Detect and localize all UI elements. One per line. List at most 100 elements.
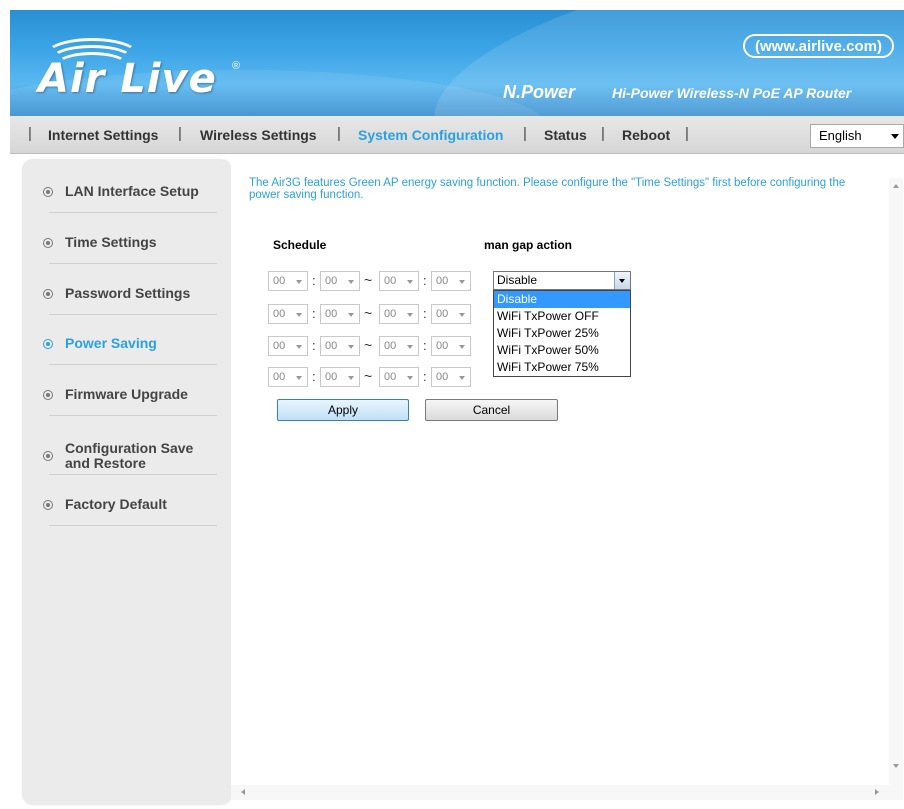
end-minute-select[interactable]: 00 [431,304,471,324]
nav-status[interactable]: Status [544,127,587,143]
range-separator: ~ [364,272,373,288]
chevron-down-icon [296,376,302,380]
action-option-disable[interactable]: Disable [494,291,630,308]
sidebar-item-label: Password Settings [65,285,191,301]
main-content: The Air3G features Green AP energy savin… [231,160,904,800]
start-hour-value: 00 [273,371,286,383]
end-minute-select[interactable]: 00 [431,367,471,387]
nav-separator: | [28,125,32,142]
chevron-down-icon [459,313,465,317]
action-select[interactable]: Disable [493,271,631,290]
range-separator: ~ [364,337,373,353]
start-hour-select[interactable]: 00 [268,304,308,324]
range-separator: ~ [364,305,373,321]
divider [49,263,217,264]
start-minute-select[interactable]: 00 [320,271,360,291]
action-option-wifi-txpower-75[interactable]: WiFi TxPower 75% [494,359,630,376]
action-option-wifi-txpower-50[interactable]: WiFi TxPower 50% [494,342,630,359]
colon-separator: : [423,273,427,288]
sidebar-item-label: Configuration Save and Restore [65,440,194,471]
end-hour-select[interactable]: 00 [379,304,419,324]
chevron-down-icon [296,313,302,317]
product-series: N.Power [503,82,576,102]
scroll-up-icon[interactable] [893,184,899,188]
nav-reboot[interactable]: Reboot [622,127,670,143]
chevron-down-icon [459,376,465,380]
end-hour-value: 00 [384,340,397,352]
cancel-button[interactable]: Cancel [425,399,558,421]
logo-text: Air Live [38,56,217,102]
colon-separator: : [312,306,316,321]
horizontal-scrollbar[interactable] [231,785,889,800]
chevron-down-icon [459,345,465,349]
nav-separator: | [685,125,689,142]
intro-text: The Air3G features Green AP energy savin… [249,177,846,201]
start-hour-select[interactable]: 00 [268,271,308,291]
sidebar-item-label: Factory Default [65,496,167,512]
radio-bullet-icon [43,500,53,510]
start-hour-select[interactable]: 00 [268,336,308,356]
colon-separator: : [423,338,427,353]
airlive-logo: Air Live ® [32,38,262,108]
colon-separator: : [312,338,316,353]
end-minute-select[interactable]: 00 [431,271,471,291]
end-minute-select[interactable]: 00 [431,336,471,356]
divider [49,525,217,526]
end-minute-value: 00 [436,308,449,320]
chevron-down-icon [407,376,413,380]
top-nav: | Internet Settings | Wireless Settings … [10,116,904,154]
end-hour-select[interactable]: 00 [379,367,419,387]
divider [49,474,217,475]
scroll-down-icon[interactable] [893,764,899,768]
end-hour-select[interactable]: 00 [379,336,419,356]
divider [49,314,217,315]
chevron-down-icon [348,376,354,380]
vertical-scrollbar[interactable] [889,178,903,800]
sidebar-item-label: Power Saving [65,335,157,351]
chevron-down-icon [296,345,302,349]
nav-system-configuration[interactable]: System Configuration [358,127,503,143]
end-hour-select[interactable]: 00 [379,271,419,291]
app-frame: Air Live ® (www.airlive.com) N.Power Hi-… [10,10,904,809]
colon-separator: : [312,273,316,288]
chevron-down-icon [407,313,413,317]
radio-bullet-icon [43,289,53,299]
nav-internet-settings[interactable]: Internet Settings [48,127,158,143]
nav-separator: | [178,125,182,142]
language-select[interactable]: English [810,124,904,148]
chevron-down-icon [348,280,354,284]
colon-separator: : [423,306,427,321]
start-hour-select[interactable]: 00 [268,367,308,387]
start-minute-select[interactable]: 00 [320,304,360,324]
colon-separator: : [312,369,316,384]
colon-separator: : [423,369,427,384]
start-hour-value: 00 [273,340,286,352]
start-minute-value: 00 [325,275,338,287]
end-minute-value: 00 [436,275,449,287]
start-minute-value: 00 [325,340,338,352]
scroll-left-icon[interactable] [241,789,245,795]
end-minute-value: 00 [436,371,449,383]
start-hour-value: 00 [273,308,286,320]
chevron-down-icon[interactable] [614,272,630,289]
scroll-right-icon[interactable] [875,789,879,795]
divider [49,212,217,213]
schedule-header: Schedule [273,238,327,252]
sidebar-item-label: LAN Interface Setup [65,183,199,199]
start-minute-select[interactable]: 00 [320,367,360,387]
chevron-down-icon [407,345,413,349]
apply-button[interactable]: Apply [277,399,409,421]
sidebar-item-label: Firmware Upgrade [65,386,188,402]
sidebar-item-label: Time Settings [65,234,157,250]
chevron-down-icon [348,313,354,317]
chevron-down-icon [348,345,354,349]
nav-wireless-settings[interactable]: Wireless Settings [200,127,317,143]
action-option-wifi-txpower-25[interactable]: WiFi TxPower 25% [494,325,630,342]
nav-separator: | [337,125,341,142]
action-option-wifi-txpower-off[interactable]: WiFi TxPower OFF [494,308,630,325]
start-minute-value: 00 [325,371,338,383]
chevron-down-icon [407,280,413,284]
website-link[interactable]: (www.airlive.com) [743,34,894,58]
divider [49,364,217,365]
start-minute-select[interactable]: 00 [320,336,360,356]
